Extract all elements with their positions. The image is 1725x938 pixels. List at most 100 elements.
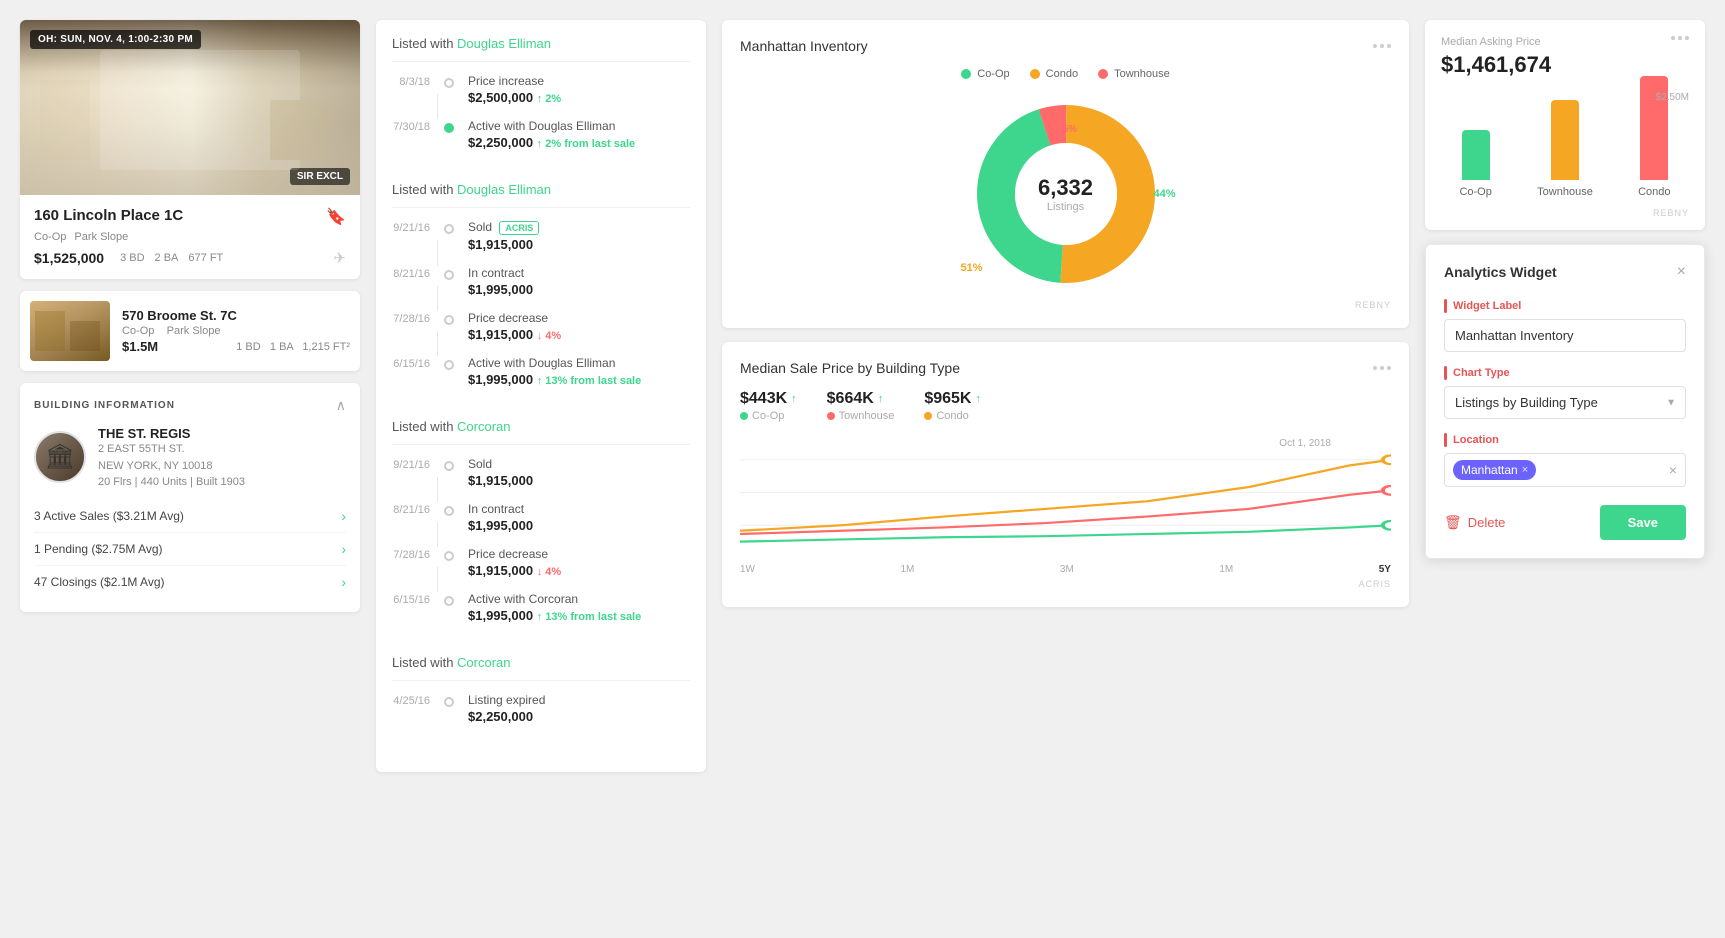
listing-date: 6/15/16 xyxy=(392,592,430,606)
property-tags-2: Co-Op Park Slope xyxy=(122,325,350,337)
bookmark-icon-1[interactable]: 🔖 xyxy=(326,207,346,227)
bar-chart-card: Median Asking Price $1,461,674 $2.50M Co… xyxy=(1425,20,1705,230)
listing-agent-title-0: Listed with Douglas Elliman xyxy=(392,36,690,62)
building-address-line1: 2 EAST 55TH ST. xyxy=(98,441,346,458)
location-field-clear-icon[interactable]: × xyxy=(1669,462,1677,478)
line-chart-dots[interactable] xyxy=(1373,366,1391,370)
property-address-2: 570 Broome St. 7C xyxy=(122,308,350,323)
agent-link-1[interactable]: Douglas Elliman xyxy=(457,182,551,197)
color-dot-townhouse xyxy=(827,412,835,420)
save-button[interactable]: Save xyxy=(1600,505,1686,540)
donut-chart-title: Manhattan Inventory xyxy=(740,38,868,54)
dot-container xyxy=(444,266,454,280)
listing-date: 6/15/16 xyxy=(392,356,430,370)
bar-group-coop: Co-Op xyxy=(1441,130,1510,198)
line-chart-title: Median Sale Price by Building Type xyxy=(740,360,960,376)
building-stat-row-2[interactable]: 1 Pending ($2.75M Avg) › xyxy=(34,533,346,566)
listing-date: 8/3/18 xyxy=(392,74,430,88)
listing-event: Sold xyxy=(468,457,690,471)
location-tag-remove-icon[interactable]: × xyxy=(1522,464,1528,476)
listing-group-1: Listed with Douglas Elliman 9/21/16 Sold… xyxy=(392,182,690,401)
chart-dot xyxy=(1685,36,1689,40)
price-change: ↑ 2% xyxy=(537,93,561,105)
chart-dots-menu[interactable] xyxy=(1373,44,1391,48)
agent-link-2[interactable]: Corcoran xyxy=(457,419,510,434)
listing-price: $1,995,000 ↑ 13% from last sale xyxy=(468,608,690,623)
agent-link-3[interactable]: Corcoran xyxy=(457,655,510,670)
listing-content: Active with Corcoran $1,995,000 ↑ 13% fr… xyxy=(468,592,690,623)
x-label-5y[interactable]: 5Y xyxy=(1379,564,1391,575)
dot-container xyxy=(444,119,454,133)
bar-chart-dots[interactable] xyxy=(1671,36,1689,48)
legend-dot-coop xyxy=(961,69,971,79)
listing-date: 7/30/18 xyxy=(392,119,430,133)
price-stat-value-coop: $443K ↑ xyxy=(740,390,797,408)
property-price-row-1: $1,525,000 3 BD 2 BA 677 FT ✈ xyxy=(34,249,346,267)
listing-price: $1,915,000 ↓ 4% xyxy=(468,563,690,578)
building-avatar xyxy=(34,431,86,483)
property-tags-1: Co-Op Park Slope xyxy=(34,231,346,243)
listing-content: Sold $1,915,000 xyxy=(468,457,690,488)
donut-legend: Co-Op Condo Townhouse xyxy=(961,68,1169,80)
x-label-6m: 1M xyxy=(1219,564,1233,575)
listing-agent-title-1: Listed with Douglas Elliman xyxy=(392,182,690,208)
delete-button[interactable]: 🗑 Delete xyxy=(1444,514,1505,531)
interior-svg xyxy=(20,20,360,195)
location-field-wrapper[interactable]: Manhattan × × xyxy=(1444,453,1686,487)
price-stat-value-townhouse: $664K ↑ xyxy=(827,390,895,408)
listing-date: 8/21/16 xyxy=(392,502,430,516)
price-change: ↑ 13% from last sale xyxy=(537,611,642,623)
widget-chart-type-select[interactable]: Listings by Building Type Median Sale Pr… xyxy=(1444,386,1686,419)
dot-container xyxy=(444,502,454,516)
widget-label-input[interactable] xyxy=(1444,319,1686,352)
thumb-svg-2 xyxy=(30,301,110,361)
building-stat-row-1[interactable]: 3 Active Sales ($3.21M Avg) › xyxy=(34,500,346,533)
col2-listing-history: Listed with Douglas Elliman 8/3/18 Price… xyxy=(376,20,706,772)
building-stat-row-3[interactable]: 47 Closings ($2.1M Avg) › xyxy=(34,566,346,598)
listing-price: $1,995,000 xyxy=(468,282,690,297)
price-stat-label-coop: Co-Op xyxy=(740,410,797,422)
listing-item: 9/21/16 Sold $1,915,000 xyxy=(392,457,690,502)
dot-container xyxy=(444,220,454,234)
price-change: ↑ 2% from last sale xyxy=(537,138,635,150)
col4-widgets: Median Asking Price $1,461,674 $2.50M Co… xyxy=(1425,20,1705,559)
bar-chart-price: $1,461,674 xyxy=(1441,52,1689,78)
donut-label-5: 5% xyxy=(1063,124,1077,135)
agent-link-0[interactable]: Douglas Elliman xyxy=(457,36,551,51)
listing-dot xyxy=(444,461,454,471)
listing-item: 9/21/16 Sold ACRIS $1,915,000 xyxy=(392,220,690,266)
trash-icon: 🗑 xyxy=(1444,514,1462,531)
widget-close-button[interactable]: × xyxy=(1677,263,1686,281)
col3-charts: Manhattan Inventory Co-Op Condo xyxy=(722,20,1409,607)
widget-location-field: Location Manhattan × × xyxy=(1444,433,1686,487)
listing-dot xyxy=(444,360,454,370)
townhouse-line xyxy=(740,490,1391,534)
listing-event: Listing expired xyxy=(468,693,690,707)
listing-group-2: Listed with Corcoran 9/21/16 Sold $1,915… xyxy=(392,419,690,637)
delete-label: Delete xyxy=(1468,515,1506,530)
chevron-up-icon[interactable]: ∧ xyxy=(336,397,346,414)
share-icon-1[interactable]: ✈ xyxy=(333,249,346,267)
donut-chart-header: Manhattan Inventory xyxy=(740,38,1391,54)
property-price-row-2: $1.5M 1 BD 1 BA 1,215 FT² xyxy=(122,339,350,354)
donut-wrapper: 6,332 Listings 44% 5% 51% xyxy=(966,94,1166,294)
listing-price: $2,250,000 ↑ 2% from last sale xyxy=(468,135,690,150)
listing-item: 6/15/16 Active with Douglas Elliman $1,9… xyxy=(392,356,690,401)
listing-dot xyxy=(444,78,454,88)
legend-label-coop: Co-Op xyxy=(977,68,1009,80)
listing-date: 8/21/16 xyxy=(392,266,430,280)
donut-label-51: 51% xyxy=(961,262,983,274)
price-change: ↓ 4% xyxy=(537,566,561,578)
property-baths-1: 2 BA xyxy=(155,252,179,264)
listing-event: Price increase xyxy=(468,74,690,88)
property-price-1: $1,525,000 xyxy=(34,250,104,266)
rebny-tag-donut: REBNY xyxy=(740,300,1391,310)
listing-date: 9/21/16 xyxy=(392,220,430,234)
property-neighborhood-2: Park Slope xyxy=(167,325,221,337)
line-chart-container: Oct 1, 2018 xyxy=(740,438,1391,558)
chart-date-label: Oct 1, 2018 xyxy=(1279,438,1331,449)
x-label-1m: 1M xyxy=(901,564,915,575)
building-stat-arrow-2: › xyxy=(341,541,346,557)
donut-chart-card: Manhattan Inventory Co-Op Condo xyxy=(722,20,1409,328)
building-details-text: THE ST. REGIS 2 EAST 55TH ST. NEW YORK, … xyxy=(98,426,346,488)
